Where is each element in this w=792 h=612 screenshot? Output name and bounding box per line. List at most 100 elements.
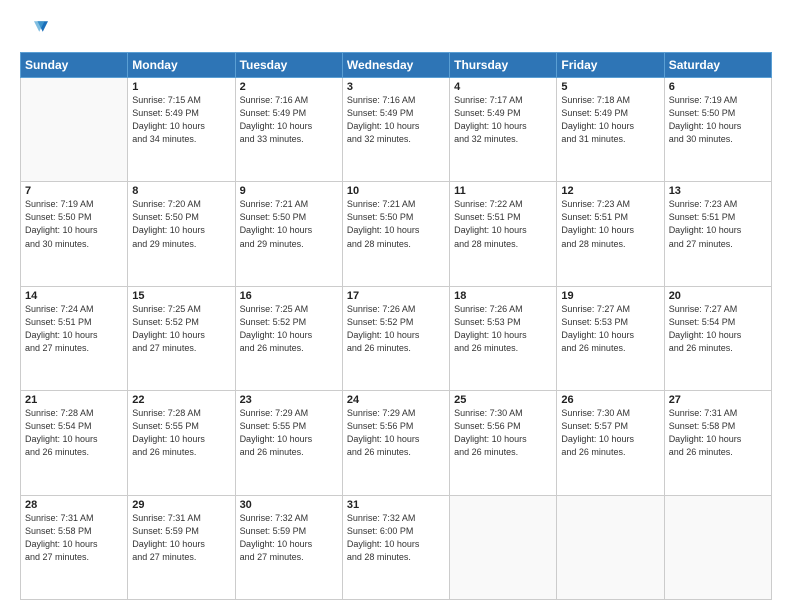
day-info: Sunrise: 7:26 AM Sunset: 5:53 PM Dayligh… — [454, 303, 552, 355]
weekday-header-wednesday: Wednesday — [342, 53, 449, 78]
day-number: 1 — [132, 81, 230, 93]
day-number: 27 — [669, 394, 767, 406]
day-number: 20 — [669, 290, 767, 302]
day-number: 30 — [240, 499, 338, 511]
day-number: 5 — [561, 81, 659, 93]
calendar-cell: 3Sunrise: 7:16 AM Sunset: 5:49 PM Daylig… — [342, 78, 449, 182]
day-number: 21 — [25, 394, 123, 406]
day-number: 12 — [561, 185, 659, 197]
calendar-cell: 7Sunrise: 7:19 AM Sunset: 5:50 PM Daylig… — [21, 182, 128, 286]
day-info: Sunrise: 7:28 AM Sunset: 5:54 PM Dayligh… — [25, 407, 123, 459]
day-number: 22 — [132, 394, 230, 406]
day-info: Sunrise: 7:25 AM Sunset: 5:52 PM Dayligh… — [132, 303, 230, 355]
calendar-cell — [450, 495, 557, 599]
week-row-2: 14Sunrise: 7:24 AM Sunset: 5:51 PM Dayli… — [21, 286, 772, 390]
calendar-cell — [664, 495, 771, 599]
day-info: Sunrise: 7:32 AM Sunset: 6:00 PM Dayligh… — [347, 512, 445, 564]
weekday-header-tuesday: Tuesday — [235, 53, 342, 78]
day-number: 24 — [347, 394, 445, 406]
calendar-cell: 23Sunrise: 7:29 AM Sunset: 5:55 PM Dayli… — [235, 391, 342, 495]
calendar-cell: 16Sunrise: 7:25 AM Sunset: 5:52 PM Dayli… — [235, 286, 342, 390]
calendar-cell: 25Sunrise: 7:30 AM Sunset: 5:56 PM Dayli… — [450, 391, 557, 495]
day-number: 17 — [347, 290, 445, 302]
day-info: Sunrise: 7:31 AM Sunset: 5:58 PM Dayligh… — [25, 512, 123, 564]
calendar-cell: 18Sunrise: 7:26 AM Sunset: 5:53 PM Dayli… — [450, 286, 557, 390]
day-number: 13 — [669, 185, 767, 197]
day-info: Sunrise: 7:30 AM Sunset: 5:57 PM Dayligh… — [561, 407, 659, 459]
calendar-cell: 4Sunrise: 7:17 AM Sunset: 5:49 PM Daylig… — [450, 78, 557, 182]
day-info: Sunrise: 7:27 AM Sunset: 5:54 PM Dayligh… — [669, 303, 767, 355]
day-info: Sunrise: 7:21 AM Sunset: 5:50 PM Dayligh… — [240, 198, 338, 250]
day-number: 25 — [454, 394, 552, 406]
day-info: Sunrise: 7:23 AM Sunset: 5:51 PM Dayligh… — [669, 198, 767, 250]
calendar-cell: 5Sunrise: 7:18 AM Sunset: 5:49 PM Daylig… — [557, 78, 664, 182]
day-info: Sunrise: 7:24 AM Sunset: 5:51 PM Dayligh… — [25, 303, 123, 355]
day-number: 14 — [25, 290, 123, 302]
day-number: 29 — [132, 499, 230, 511]
day-info: Sunrise: 7:31 AM Sunset: 5:59 PM Dayligh… — [132, 512, 230, 564]
week-row-4: 28Sunrise: 7:31 AM Sunset: 5:58 PM Dayli… — [21, 495, 772, 599]
calendar-cell — [21, 78, 128, 182]
day-number: 4 — [454, 81, 552, 93]
day-info: Sunrise: 7:30 AM Sunset: 5:56 PM Dayligh… — [454, 407, 552, 459]
day-number: 2 — [240, 81, 338, 93]
day-info: Sunrise: 7:22 AM Sunset: 5:51 PM Dayligh… — [454, 198, 552, 250]
day-info: Sunrise: 7:16 AM Sunset: 5:49 PM Dayligh… — [347, 94, 445, 146]
calendar-cell: 13Sunrise: 7:23 AM Sunset: 5:51 PM Dayli… — [664, 182, 771, 286]
calendar-cell: 21Sunrise: 7:28 AM Sunset: 5:54 PM Dayli… — [21, 391, 128, 495]
week-row-3: 21Sunrise: 7:28 AM Sunset: 5:54 PM Dayli… — [21, 391, 772, 495]
day-number: 26 — [561, 394, 659, 406]
header — [20, 16, 772, 44]
day-number: 9 — [240, 185, 338, 197]
day-number: 3 — [347, 81, 445, 93]
weekday-header-saturday: Saturday — [664, 53, 771, 78]
calendar-cell: 10Sunrise: 7:21 AM Sunset: 5:50 PM Dayli… — [342, 182, 449, 286]
calendar-cell: 26Sunrise: 7:30 AM Sunset: 5:57 PM Dayli… — [557, 391, 664, 495]
weekday-header-row: SundayMondayTuesdayWednesdayThursdayFrid… — [21, 53, 772, 78]
calendar-cell: 11Sunrise: 7:22 AM Sunset: 5:51 PM Dayli… — [450, 182, 557, 286]
day-info: Sunrise: 7:21 AM Sunset: 5:50 PM Dayligh… — [347, 198, 445, 250]
day-info: Sunrise: 7:19 AM Sunset: 5:50 PM Dayligh… — [669, 94, 767, 146]
week-row-0: 1Sunrise: 7:15 AM Sunset: 5:49 PM Daylig… — [21, 78, 772, 182]
day-number: 15 — [132, 290, 230, 302]
weekday-header-sunday: Sunday — [21, 53, 128, 78]
day-info: Sunrise: 7:26 AM Sunset: 5:52 PM Dayligh… — [347, 303, 445, 355]
logo-icon — [20, 16, 48, 44]
day-number: 6 — [669, 81, 767, 93]
day-info: Sunrise: 7:29 AM Sunset: 5:56 PM Dayligh… — [347, 407, 445, 459]
day-info: Sunrise: 7:20 AM Sunset: 5:50 PM Dayligh… — [132, 198, 230, 250]
day-info: Sunrise: 7:25 AM Sunset: 5:52 PM Dayligh… — [240, 303, 338, 355]
logo — [20, 16, 52, 44]
day-info: Sunrise: 7:17 AM Sunset: 5:49 PM Dayligh… — [454, 94, 552, 146]
day-info: Sunrise: 7:23 AM Sunset: 5:51 PM Dayligh… — [561, 198, 659, 250]
calendar-cell: 27Sunrise: 7:31 AM Sunset: 5:58 PM Dayli… — [664, 391, 771, 495]
day-number: 31 — [347, 499, 445, 511]
calendar-cell: 28Sunrise: 7:31 AM Sunset: 5:58 PM Dayli… — [21, 495, 128, 599]
day-number: 19 — [561, 290, 659, 302]
day-number: 7 — [25, 185, 123, 197]
weekday-header-thursday: Thursday — [450, 53, 557, 78]
calendar-cell: 19Sunrise: 7:27 AM Sunset: 5:53 PM Dayli… — [557, 286, 664, 390]
day-info: Sunrise: 7:19 AM Sunset: 5:50 PM Dayligh… — [25, 198, 123, 250]
calendar-cell: 24Sunrise: 7:29 AM Sunset: 5:56 PM Dayli… — [342, 391, 449, 495]
calendar-cell: 15Sunrise: 7:25 AM Sunset: 5:52 PM Dayli… — [128, 286, 235, 390]
weekday-header-monday: Monday — [128, 53, 235, 78]
calendar-cell: 2Sunrise: 7:16 AM Sunset: 5:49 PM Daylig… — [235, 78, 342, 182]
weekday-header-friday: Friday — [557, 53, 664, 78]
day-number: 23 — [240, 394, 338, 406]
calendar-cell: 29Sunrise: 7:31 AM Sunset: 5:59 PM Dayli… — [128, 495, 235, 599]
calendar-cell: 20Sunrise: 7:27 AM Sunset: 5:54 PM Dayli… — [664, 286, 771, 390]
day-info: Sunrise: 7:15 AM Sunset: 5:49 PM Dayligh… — [132, 94, 230, 146]
calendar-cell: 12Sunrise: 7:23 AM Sunset: 5:51 PM Dayli… — [557, 182, 664, 286]
calendar-cell: 31Sunrise: 7:32 AM Sunset: 6:00 PM Dayli… — [342, 495, 449, 599]
day-number: 8 — [132, 185, 230, 197]
calendar-cell — [557, 495, 664, 599]
calendar-table: SundayMondayTuesdayWednesdayThursdayFrid… — [20, 52, 772, 600]
calendar-cell: 1Sunrise: 7:15 AM Sunset: 5:49 PM Daylig… — [128, 78, 235, 182]
calendar-cell: 22Sunrise: 7:28 AM Sunset: 5:55 PM Dayli… — [128, 391, 235, 495]
day-info: Sunrise: 7:28 AM Sunset: 5:55 PM Dayligh… — [132, 407, 230, 459]
day-number: 10 — [347, 185, 445, 197]
week-row-1: 7Sunrise: 7:19 AM Sunset: 5:50 PM Daylig… — [21, 182, 772, 286]
calendar-cell: 30Sunrise: 7:32 AM Sunset: 5:59 PM Dayli… — [235, 495, 342, 599]
calendar-cell: 17Sunrise: 7:26 AM Sunset: 5:52 PM Dayli… — [342, 286, 449, 390]
